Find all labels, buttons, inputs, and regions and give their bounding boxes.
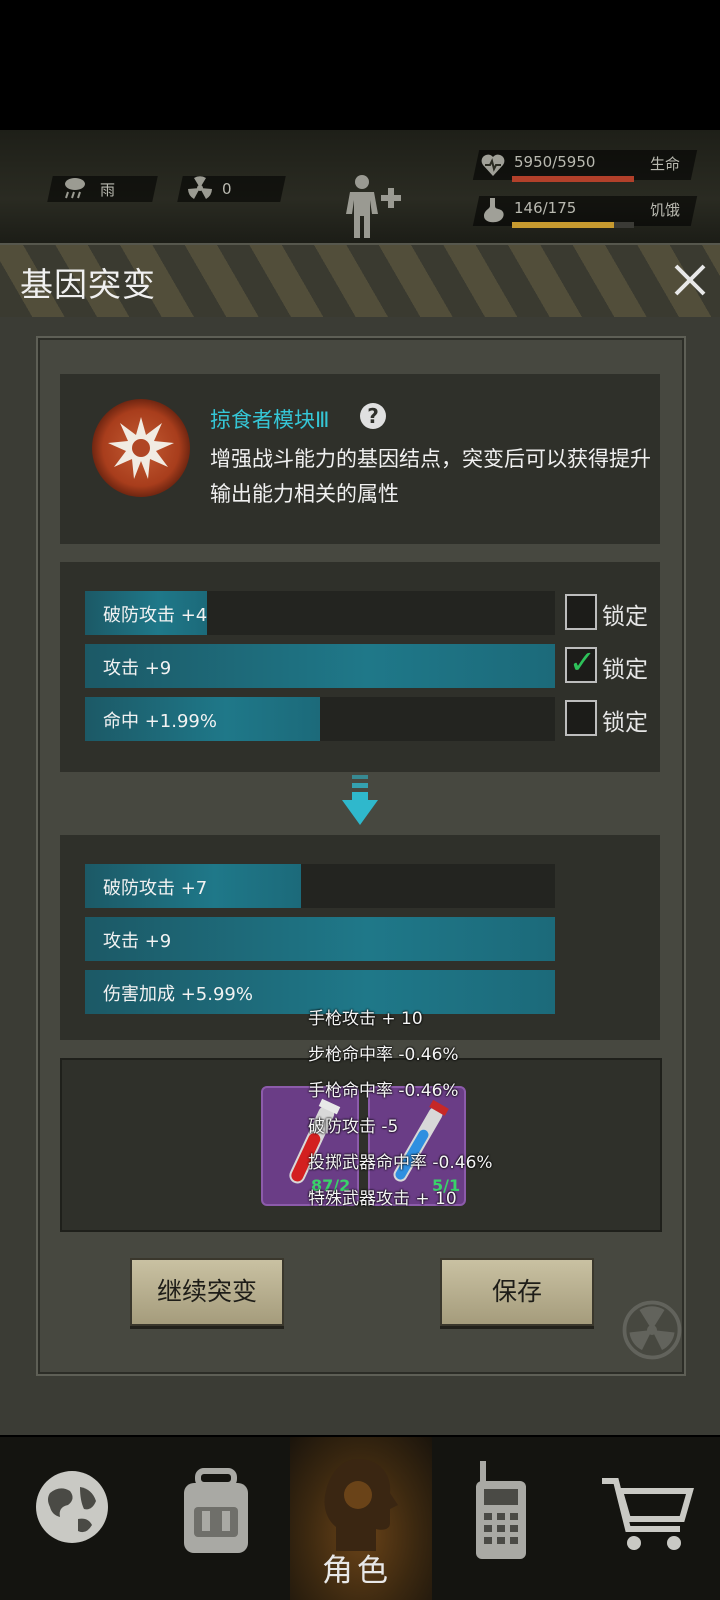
backpack-icon (184, 1468, 248, 1553)
new-attr-label: 伤害加成 +5.99% (103, 984, 253, 1005)
radiation-value: 0 (222, 180, 232, 198)
hunger-bar (512, 222, 634, 228)
hp-bar-fill (512, 176, 634, 182)
tooltip-line: 手枪命中率 -0.46% (308, 1081, 459, 1101)
lock-checkbox[interactable]: ✓ (565, 643, 597, 683)
lock-checkbox[interactable] (565, 700, 597, 736)
checkmark-icon: ✓ (569, 643, 596, 681)
new-attr-label: 攻击 +9 (103, 931, 172, 952)
modal-title: 基因突变 (20, 265, 156, 304)
lock-label: 锁定 (602, 710, 648, 736)
nav-item-world[interactable] (0, 1437, 144, 1600)
tooltip-line: 投掷武器命中率 -0.46% (308, 1153, 493, 1173)
cart-icon (602, 1478, 694, 1550)
stomach-icon (484, 198, 504, 223)
radiation-icon (188, 176, 212, 199)
gene-description: 增强战斗能力的基因结点，突变后可以获得提升输出能力相关的属性 (210, 447, 651, 506)
tooltip-line: 特殊武器攻击 + 10 (308, 1189, 457, 1209)
heart-icon (481, 154, 505, 176)
hunger-text: 146/175 (514, 199, 577, 217)
predator-gene-icon (92, 399, 190, 497)
close-button[interactable] (668, 258, 712, 302)
new-attr-bar: 破防攻击 +7 (85, 864, 555, 908)
rain-cloud-icon (65, 178, 85, 199)
current-attr-bar: 攻击 +9 (85, 644, 555, 688)
new-attr-bar: 攻击 +9 (85, 917, 555, 961)
hunger-bar-fill (512, 222, 614, 228)
weather-label: 雨 (100, 181, 116, 199)
continue-mutation-button[interactable]: 继续突变 (130, 1258, 284, 1326)
tooltip-line: 手枪攻击 + 10 (308, 1009, 423, 1029)
current-attr-label: 攻击 +9 (103, 658, 172, 679)
spiked-burst-icon (108, 417, 174, 479)
hp-label: 生命 (650, 155, 681, 173)
save-button[interactable]: 保存 (440, 1258, 594, 1326)
gene-name: 掠食者模块Ⅲ (210, 408, 330, 432)
nav-item-radio[interactable] (432, 1437, 576, 1600)
current-attr-label: 命中 +1.99% (103, 711, 217, 732)
globe-icon (36, 1471, 108, 1543)
lock-label: 锁定 (602, 604, 648, 630)
nav-item-backpack[interactable] (144, 1437, 288, 1600)
character-icon (324, 1459, 398, 1551)
hp-text: 5950/5950 (514, 153, 596, 171)
current-attr-label: 破防攻击 +4 (103, 605, 208, 626)
nav-label-character: 角色 (322, 1553, 392, 1589)
hunger-label: 饥饿 (650, 201, 681, 219)
nav-item-character[interactable]: 角色 (290, 1437, 432, 1600)
nav-item-shop[interactable] (576, 1437, 720, 1600)
tooltip-line: 步枪命中率 -0.46% (308, 1045, 459, 1065)
radiation-watermark-icon (622, 1300, 682, 1360)
close-icon (674, 264, 706, 296)
heal-body-icon[interactable] (340, 172, 410, 242)
arrow-down-icon (342, 775, 378, 825)
help-icon[interactable]: ? (360, 403, 386, 429)
hp-bar (512, 176, 634, 182)
current-attr-bar: 命中 +1.99% (85, 697, 555, 741)
current-attr-bar: 破防攻击 +4 (85, 591, 555, 635)
tooltip-line: 破防攻击 -5 (308, 1117, 399, 1137)
new-attr-label: 破防攻击 +7 (103, 878, 208, 899)
walkie-talkie-icon (476, 1461, 526, 1559)
lock-label: 锁定 (602, 657, 648, 683)
lock-checkbox[interactable] (565, 594, 597, 630)
